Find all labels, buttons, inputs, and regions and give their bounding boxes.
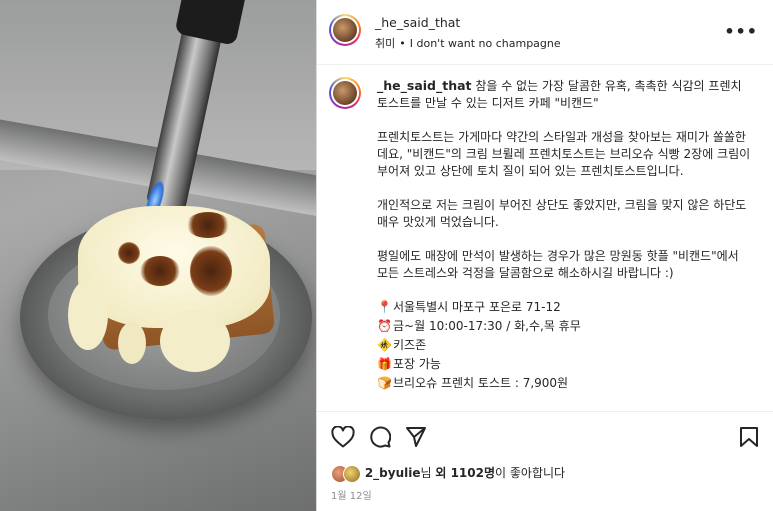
info-address: 📍서울특별시 마포구 포은로 71-12 (377, 300, 561, 314)
caption-paragraph: 개인적으로 저는 크림이 부어진 상단도 좋았지만, 크림을 맞지 않은 하단도… (377, 198, 747, 229)
liker-username[interactable]: 2_byulie (365, 466, 421, 480)
caption-paragraph: 평일에도 매장에 만석이 발생하는 경우가 많은 망원동 핫플 "비캔드"에서 … (377, 249, 739, 280)
children-crossing-icon: 🚸 (377, 338, 392, 352)
liker-avatar (343, 464, 361, 483)
photo-caramel (140, 256, 180, 286)
photo-cream-drip (118, 322, 146, 364)
caption-paragraph: 프렌치토스트는 가게마다 약간의 스타일과 개성을 찾아보는 재미가 쏠쏠한데요… (377, 130, 751, 178)
photo-cream-drip (68, 280, 108, 350)
share-icon[interactable] (405, 426, 427, 448)
header-subtitle: 취미 • I don't want no champagne (375, 35, 561, 51)
info-hours: ⏰금~월 10:00-17:30 / 화,수,목 휴무 (377, 319, 581, 333)
caption-area: _he_said_that 참을 수 없는 가장 달콤한 유혹, 촉촉한 식감의… (317, 65, 773, 410)
photo-caramel (190, 246, 232, 296)
post-side-panel: _he_said_that 취미 • I don't want no champag… (316, 0, 773, 511)
photo-cream-drip (160, 310, 230, 372)
bread-icon: 🍞 (377, 376, 392, 390)
audio-link[interactable]: I don't want no champagne (410, 37, 561, 50)
info-kidszone: 🚸키즈존 (377, 338, 427, 352)
caption-username[interactable]: _he_said_that (377, 78, 472, 93)
more-options-icon[interactable]: ••• (724, 22, 758, 41)
info-takeout: 🎁포장 가능 (377, 357, 441, 371)
likes-count[interactable]: 외 1102명 (435, 466, 495, 480)
caption-text: _he_said_that 참을 수 없는 가장 달콤한 유혹, 촉촉한 식감의… (377, 77, 751, 394)
info-list: 📍서울특별시 마포구 포은로 71-12 ⏰금~월 10:00-17:30 / … (377, 299, 751, 394)
post-header: _he_said_that 취미 • I don't want no champag… (317, 0, 773, 65)
heart-icon[interactable] (331, 426, 355, 448)
info-price: 🍞브리오슈 프렌치 토스트 : 7,900원 (377, 376, 569, 390)
avatar[interactable] (329, 14, 361, 46)
separator-dot: • (399, 37, 406, 50)
alarm-clock-icon: ⏰ (377, 319, 392, 333)
caption-intro: _he_said_that 참을 수 없는 가장 달콤한 유혹, 촉촉한 식감의… (377, 78, 742, 110)
bookmark-icon[interactable] (739, 426, 759, 448)
pin-icon: 📍 (377, 300, 392, 314)
post-photo[interactable] (0, 0, 316, 511)
caption-avatar[interactable] (329, 77, 361, 109)
likes-row: 2_byulie님 외 1102명이 좋아합니다 (331, 464, 565, 483)
location-link[interactable]: 취미 (375, 37, 395, 50)
photo-caramel (186, 212, 230, 238)
gift-icon: 🎁 (377, 357, 392, 371)
post-date[interactable]: 1월 12일 (331, 487, 372, 502)
photo-caramel (118, 242, 140, 264)
header-username[interactable]: _he_said_that (375, 15, 460, 30)
comment-icon[interactable] (369, 426, 391, 448)
action-bar (317, 411, 773, 462)
